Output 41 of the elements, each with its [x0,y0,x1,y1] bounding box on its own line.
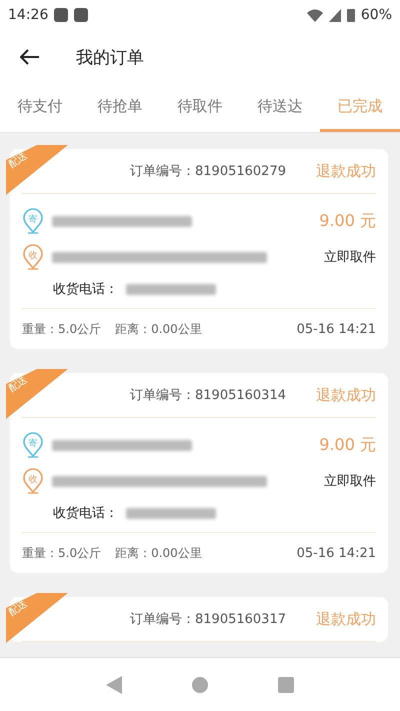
order-tab[interactable]: 待抢单 [80,84,160,132]
order-number: 订单编号：81905160317 [130,611,286,628]
distance-text: 距离：0.00公里 [115,544,202,562]
sender-pin-icon: 寄 [22,432,44,458]
recents-nav-icon[interactable] [278,676,294,692]
phone-label: 收货电话： [53,505,118,522]
status-time: 14:26 [8,7,48,23]
pickup-link[interactable]: 立即取件 [324,248,376,266]
page-title: 我的订单 [76,46,144,68]
sender-pin-icon: 寄 [22,208,44,234]
order-price: 9.00 元 [319,434,376,456]
signal-icon [328,8,341,22]
order-tab[interactable]: 待支付 [0,84,80,132]
phone-label: 收货电话： [53,281,118,298]
delivery-ribbon: 配送 [6,593,68,643]
battery-level: 60% [360,7,392,23]
back-arrow-icon[interactable] [20,49,40,65]
order-tab[interactable]: 待送达 [240,84,320,132]
order-status: 退款成功 [316,386,376,404]
weight-text: 重量：5.0公斤 [22,320,102,338]
order-tab[interactable]: 待取件 [160,84,240,132]
delivery-ribbon: 配送 [6,369,68,419]
order-time: 05-16 14:21 [296,322,376,336]
order-price: 9.00 元 [319,210,376,232]
pickup-link[interactable]: 立即取件 [324,472,376,490]
battery-icon [346,8,355,22]
receiver-pin-icon: 收 [22,244,44,270]
order-number: 订单编号：81905160314 [130,387,286,404]
home-nav-icon[interactable] [192,676,208,692]
wifi-icon [306,8,323,22]
notification-icon [54,8,68,22]
order-number: 订单编号：81905160279 [130,163,286,180]
notification-icon [74,8,88,22]
order-status: 退款成功 [316,610,376,628]
order-time: 05-16 14:21 [296,546,376,560]
delivery-ribbon: 配送 [6,145,68,195]
order-status: 退款成功 [316,162,376,180]
back-nav-icon[interactable] [106,676,122,694]
receiver-pin-icon: 收 [22,468,44,494]
distance-text: 距离：0.00公里 [115,320,202,338]
weight-text: 重量：5.0公斤 [22,544,102,562]
